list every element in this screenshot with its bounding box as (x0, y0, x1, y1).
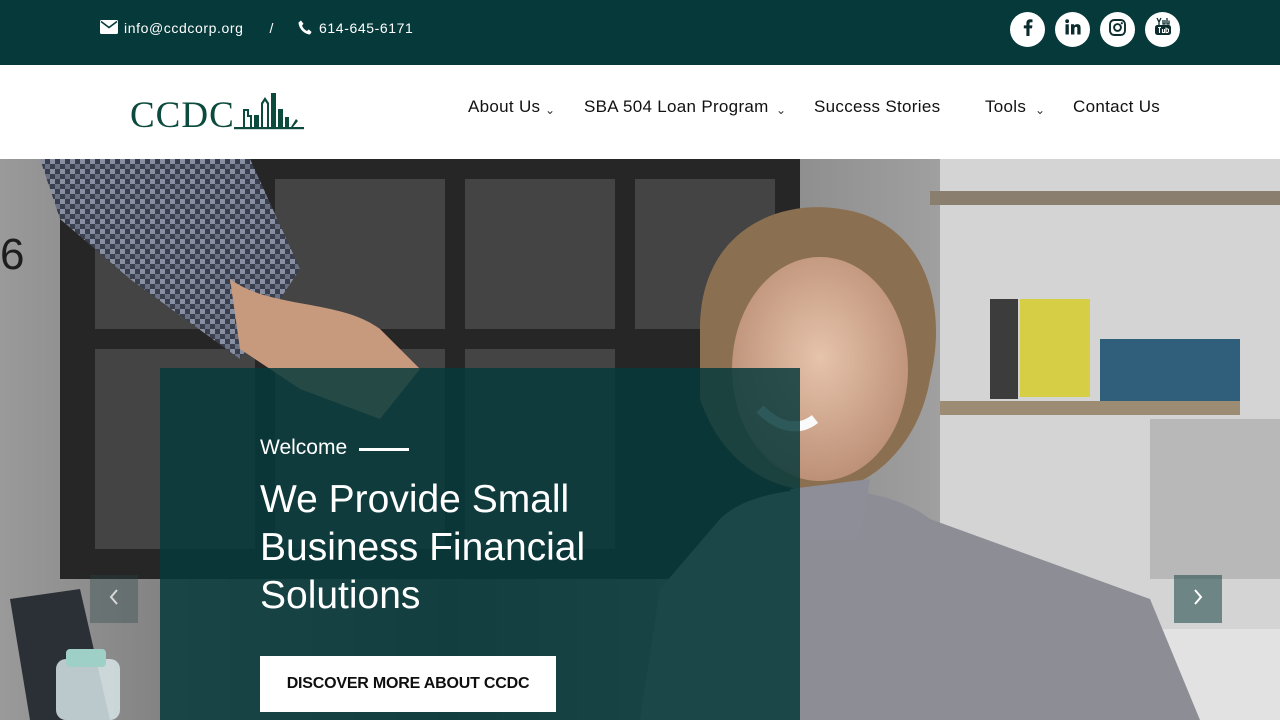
chevron-left-icon (108, 588, 120, 611)
hero-eyebrow-text: Welcome (260, 436, 348, 459)
youtube-link[interactable] (1145, 12, 1180, 47)
envelope-icon (100, 20, 118, 36)
email-link[interactable]: info@ccdcorp.org (124, 20, 244, 36)
nav-about-us[interactable]: About Us (468, 97, 540, 117)
social-links (1010, 12, 1180, 47)
top-bar: info@ccdcorp.org / 614-645-6171 (0, 0, 1280, 65)
instagram-icon (1109, 18, 1126, 41)
instagram-link[interactable] (1100, 12, 1135, 47)
nav-tools[interactable]: Tools (985, 97, 1026, 117)
phone-icon (298, 20, 312, 36)
hero-headline: We Provide Small Business Financial Solu… (260, 478, 586, 617)
discover-more-button[interactable]: DISCOVER MORE ABOUT CCDC (260, 656, 556, 712)
hero-caption-panel: Welcome We Provide Small Business Financ… (160, 368, 800, 720)
ccdc-logo[interactable]: CCDC (130, 89, 305, 136)
tools-chevron-down-icon: ⌄ (1035, 103, 1046, 117)
slider-next-button[interactable] (1174, 575, 1222, 623)
chevron-right-icon (1192, 588, 1204, 611)
nav-sba-504-loan-program[interactable]: SBA 504 Loan Program (584, 97, 769, 117)
youtube-icon (1154, 17, 1172, 42)
facebook-link[interactable] (1010, 12, 1045, 47)
main-navbar: CCDC About Us ⌄ SBA 504 Loan Program ⌄ S… (0, 65, 1280, 159)
nav-success-stories[interactable]: Success Stories (814, 97, 940, 117)
linkedin-link[interactable] (1055, 12, 1090, 47)
linkedin-icon (1064, 19, 1081, 40)
hero-eyebrow: Welcome (260, 436, 410, 460)
nav-contact-us[interactable]: Contact Us (1073, 97, 1160, 117)
sba-504-chevron-down-icon: ⌄ (776, 103, 787, 117)
phone-link[interactable]: 614-645-6171 (319, 20, 413, 36)
eyebrow-divider (359, 447, 410, 451)
slider-prev-button[interactable] (90, 575, 138, 623)
contact-separator: / (269, 20, 275, 36)
about-us-chevron-down-icon: ⌄ (545, 103, 556, 117)
hero-slider: 6 Welcome We Provide Small Business Fina… (0, 159, 1280, 720)
svg-text:6: 6 (0, 230, 24, 279)
facebook-icon (1023, 18, 1033, 41)
contact-info: info@ccdcorp.org / 614-645-6171 (100, 20, 413, 36)
svg-text:CCDC: CCDC (130, 95, 235, 133)
